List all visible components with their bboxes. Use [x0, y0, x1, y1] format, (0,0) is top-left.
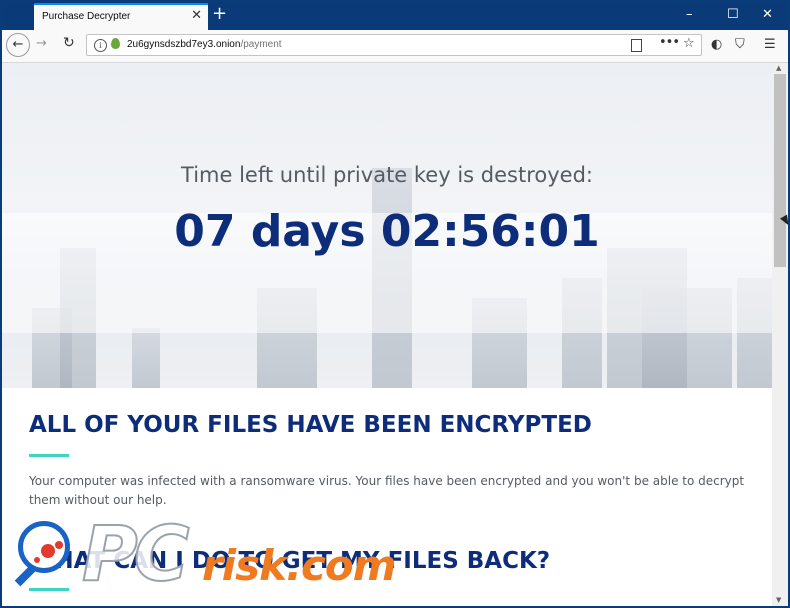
navigation-toolbar: ← → ↻ i 2u6gynsdszbd7ey3.onion/payment •…	[2, 30, 788, 63]
shield-icon[interactable]: ⛉	[735, 37, 745, 52]
watermark-dot	[55, 541, 63, 549]
watermark-pc-text: PC	[81, 508, 191, 599]
watermark-risk-text: risk.com	[202, 541, 397, 590]
maximize-icon[interactable]: ☐	[727, 7, 739, 22]
reload-icon[interactable]: ↻	[63, 35, 75, 51]
heading-underline	[29, 454, 69, 457]
forward-arrow-icon[interactable]: →	[36, 36, 47, 51]
watermark-dot	[41, 544, 55, 558]
url-path: /payment	[240, 39, 282, 50]
bookmark-star-icon[interactable]: ☆	[683, 36, 695, 51]
tab-title: Purchase Decrypter	[42, 11, 131, 22]
url-host: 2u6gynsdszbd7ey3.onion	[127, 39, 241, 50]
page-actions-icon[interactable]: •••	[659, 35, 680, 50]
info-icon[interactable]: i	[94, 39, 107, 52]
url-bar[interactable]: i 2u6gynsdszbd7ey3.onion/payment ••• ☆	[86, 34, 702, 56]
scroll-down-icon[interactable]: ▼	[776, 596, 781, 604]
back-arrow-icon[interactable]: ←	[6, 33, 30, 57]
window-close-icon[interactable]: ✕	[762, 7, 773, 22]
reader-view-icon[interactable]	[631, 39, 642, 52]
new-tab-icon[interactable]: +	[212, 3, 227, 24]
hero-banner: Time left until private key is destroyed…	[2, 63, 772, 388]
tracking-protection-icon[interactable]: ◐	[711, 37, 722, 52]
timer-label: Time left until private key is destroyed…	[181, 163, 593, 187]
tab-purchase-decrypter[interactable]: Purchase Decrypter ✕	[34, 3, 208, 30]
infection-notice-text: Your computer was infected with a ransom…	[29, 474, 745, 507]
pcrisk-watermark: PC risk.com	[14, 508, 456, 606]
watermark-dot	[34, 557, 40, 563]
url-text[interactable]: 2u6gynsdszbd7ey3.onion/payment	[127, 39, 282, 50]
tab-close-icon[interactable]: ✕	[191, 8, 202, 23]
minimize-icon[interactable]: –	[686, 7, 693, 22]
browser-window: Purchase Decrypter ✕ + – ☐ ✕ ← → ↻ i 2u6…	[2, 2, 788, 606]
scrollbar-thumb[interactable]	[774, 74, 786, 267]
building-image	[132, 328, 160, 388]
scroll-up-icon[interactable]: ▲	[776, 64, 781, 72]
countdown-timer: 07 days 02:56:01	[174, 206, 600, 257]
magnifier-icon	[18, 521, 70, 573]
tab-strip: Purchase Decrypter ✕ + – ☐ ✕	[2, 2, 788, 30]
hamburger-menu-icon[interactable]: ☰	[764, 37, 776, 52]
onion-icon	[111, 38, 120, 49]
encrypted-heading: ALL OF YOUR FILES HAVE BEEN ENCRYPTED	[29, 412, 592, 438]
